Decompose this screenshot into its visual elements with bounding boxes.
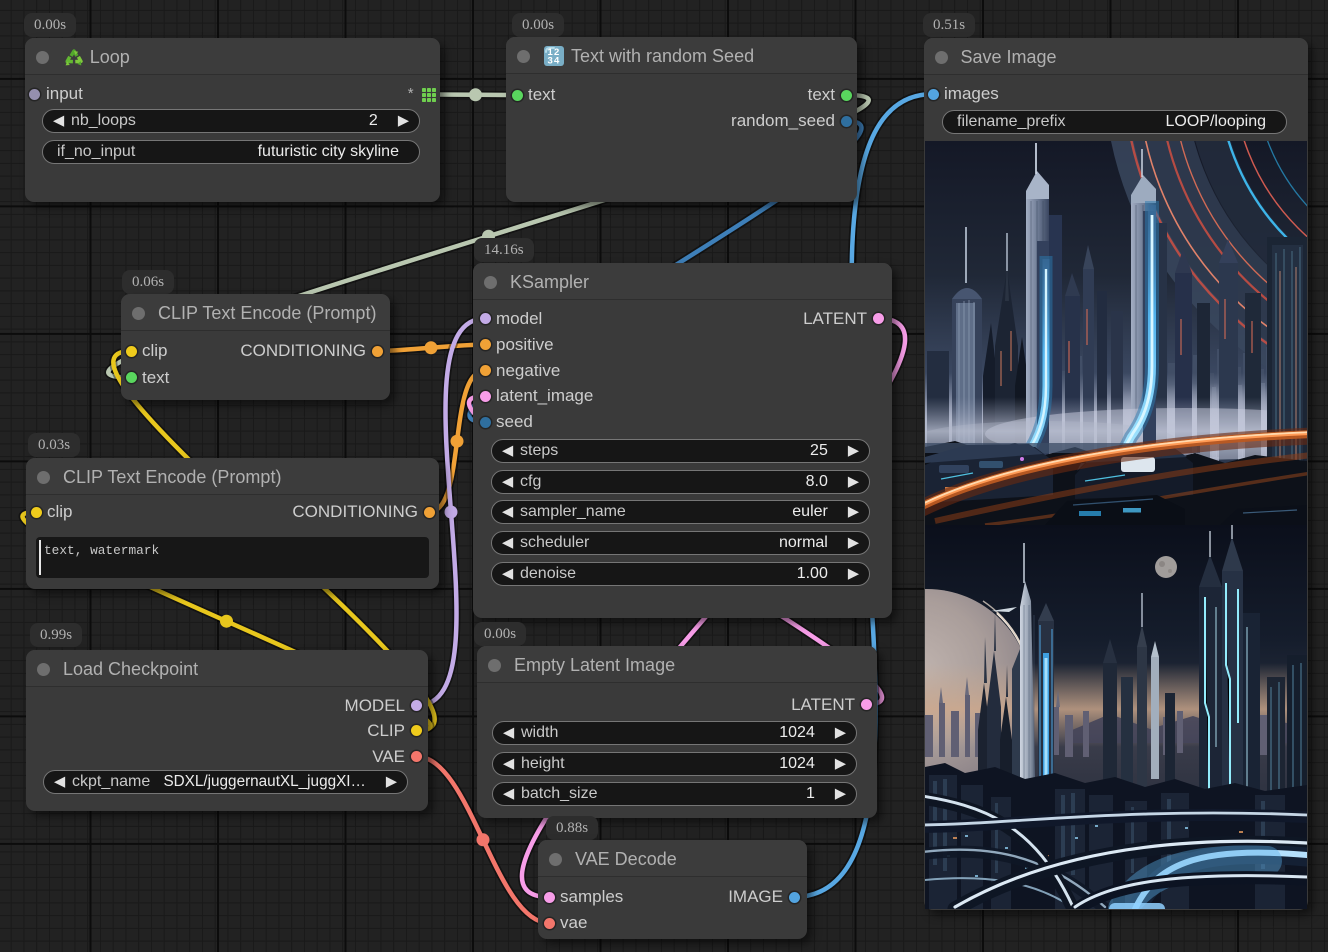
svg-text:34: 34	[548, 55, 561, 65]
